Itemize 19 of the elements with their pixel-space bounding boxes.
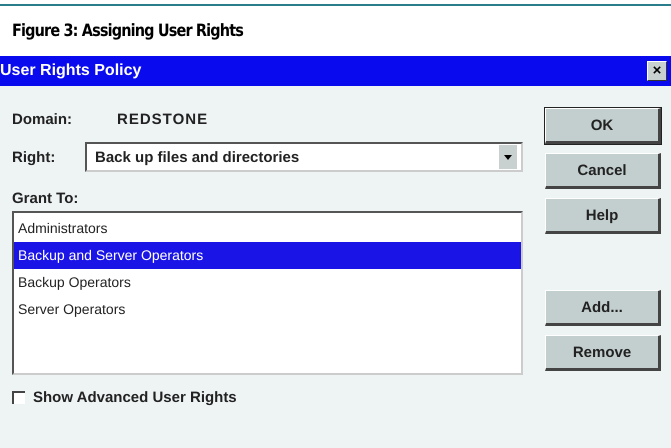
list-item[interactable]: Backup and Server Operators	[14, 242, 521, 269]
window-title: User Rights Policy	[0, 62, 142, 80]
right-label: Right:	[12, 148, 56, 166]
list-item[interactable]: Backup Operators	[14, 269, 521, 296]
domain-label: Domain:	[12, 110, 73, 128]
right-dropdown[interactable]: Back up files and directories	[85, 142, 523, 172]
dialog-button[interactable]: Help	[545, 198, 661, 234]
list-item[interactable]: Server Operators	[14, 296, 521, 323]
domain-value: REDSTONE	[117, 110, 208, 128]
dialog-button[interactable]: OK	[545, 108, 661, 144]
dialog-button[interactable]: Cancel	[545, 153, 661, 189]
close-button[interactable]: ×	[647, 61, 667, 81]
grant-to-label: Grant To:	[12, 190, 80, 207]
dialog-button[interactable]: Add...	[545, 290, 661, 326]
figure-caption: Figure 3: Assigning User Rights	[12, 21, 244, 41]
dialog-button[interactable]: Remove	[545, 335, 661, 371]
list-item[interactable]: Administrators	[14, 215, 521, 242]
checkbox-label[interactable]: Show Advanced User Rights	[33, 389, 237, 406]
checkbox[interactable]	[12, 391, 25, 404]
